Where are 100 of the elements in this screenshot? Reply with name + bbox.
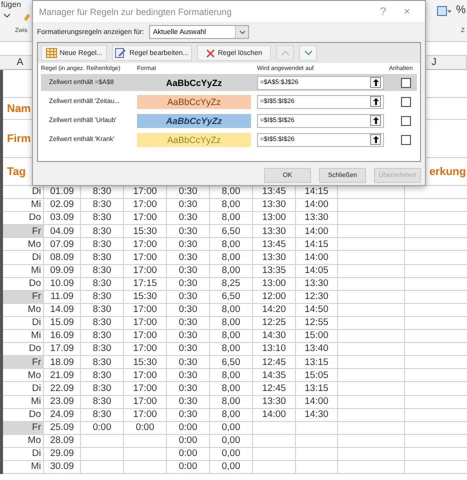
table-cell: 0,00 <box>210 460 253 474</box>
table-cell: 17:00 <box>124 316 167 330</box>
table-cell: 0:00 <box>167 460 210 474</box>
day-cell: Mi <box>3 199 44 212</box>
table-cell: 8,00 <box>210 330 253 344</box>
table-cell: 8:30 <box>81 251 124 265</box>
table-cell: 12:30 <box>296 290 338 304</box>
table-cell: 17:15 <box>124 278 167 291</box>
table-cell <box>338 225 405 238</box>
table-cell: 17:00 <box>124 238 167 252</box>
table-cell: 13:45 <box>253 238 296 252</box>
table-cell: 0:30 <box>167 343 210 356</box>
table-cell: 13:35 <box>253 264 296 278</box>
table-cell: 14:35 <box>253 369 296 382</box>
table-cell: 14:00 <box>296 225 338 238</box>
table-cell <box>81 460 124 474</box>
table-cell: 12:45 <box>253 382 296 396</box>
table-cell <box>338 290 405 304</box>
table-cell: 8,00 <box>210 408 253 422</box>
table-cell: 0:30 <box>167 199 210 212</box>
day-cell: Di <box>3 382 44 396</box>
table-cell: 17.09 <box>44 343 81 356</box>
table-cell: 8:30 <box>81 225 124 238</box>
table-cell: 0:30 <box>167 369 210 382</box>
collapse-button[interactable] <box>370 77 381 88</box>
table-cell <box>296 422 338 435</box>
table-cell: 8,25 <box>210 278 253 291</box>
table-cell: 15:30 <box>124 225 167 238</box>
column-header[interactable]: J <box>432 57 436 68</box>
checkbox[interactable] <box>401 134 411 144</box>
day-cell: Di <box>3 251 44 265</box>
table-cell: 8:30 <box>81 290 124 304</box>
day-cell: Mo <box>3 304 44 317</box>
table-cell: 13:00 <box>253 212 296 226</box>
table-cell: 13:30 <box>253 199 296 212</box>
table-cell: 0:30 <box>167 278 210 291</box>
table-cell: 6,50 <box>210 356 253 370</box>
table-cell <box>124 460 167 474</box>
collapse-button[interactable] <box>370 96 381 107</box>
header-label: erkung <box>429 166 466 178</box>
ribbon-label: % <box>456 4 466 16</box>
table-cell <box>338 369 405 382</box>
checkbox[interactable] <box>401 78 411 88</box>
table-cell <box>124 448 167 461</box>
table-cell: 13:40 <box>296 343 338 356</box>
table-cell <box>338 356 405 370</box>
table-cell: 17:00 <box>124 304 167 317</box>
format-preview: AaBbCcYyZz <box>137 114 251 128</box>
table-cell <box>81 448 124 461</box>
table-cell: 13:10 <box>253 343 296 356</box>
table-cell <box>338 304 405 317</box>
table-cell: 8,00 <box>210 251 253 265</box>
day-cell: Fr <box>3 290 44 304</box>
table-cell: 8,00 <box>210 212 253 226</box>
table-cell: 13:30 <box>296 212 338 226</box>
table-cell: 13:15 <box>296 382 338 396</box>
column-header[interactable]: A <box>16 57 24 68</box>
table-cell: 8:30 <box>81 199 124 212</box>
table-cell: 0:30 <box>167 290 210 304</box>
table-cell: 10.09 <box>44 278 81 291</box>
collapse-button[interactable] <box>370 115 381 126</box>
table-cell: 17:00 <box>124 396 167 409</box>
checkbox[interactable] <box>401 116 411 126</box>
table-cell: 30.09 <box>44 460 81 474</box>
dropdown-icon <box>238 30 246 34</box>
table-cell: 8:30 <box>81 238 124 252</box>
table-cell: 8,00 <box>210 396 253 409</box>
move-down-button[interactable] <box>299 45 317 61</box>
table-cell <box>253 434 296 448</box>
checkbox[interactable] <box>401 96 411 106</box>
day-cell: Di <box>3 448 44 461</box>
table-cell: 8,00 <box>210 199 253 212</box>
table-cell: 0:00 <box>167 434 210 448</box>
format-table-icon[interactable] <box>437 6 451 17</box>
day-cell: Fr <box>3 356 44 370</box>
table-cell: 8:30 <box>81 330 124 344</box>
table-cell: 16.09 <box>44 330 81 344</box>
table-cell <box>253 422 296 435</box>
table-cell: 14:00 <box>296 396 338 409</box>
table-cell: 8:30 <box>81 304 124 317</box>
table-cell <box>81 434 124 448</box>
table-cell <box>338 278 405 291</box>
table-cell <box>338 396 405 409</box>
table-cell: 17:00 <box>124 199 167 212</box>
table-cell: 0:30 <box>167 382 210 396</box>
dropdown-icon[interactable] <box>3 13 11 19</box>
table-cell <box>296 460 338 474</box>
collapse-button[interactable] <box>370 134 381 145</box>
table-cell: 17:00 <box>124 330 167 344</box>
table-cell <box>338 316 405 330</box>
table-cell: 07.09 <box>44 238 81 252</box>
table-cell: 22.09 <box>44 382 81 396</box>
up-arrow-icon <box>372 98 378 105</box>
table-cell: 8,00 <box>210 264 253 278</box>
table-cell: 8:30 <box>81 316 124 330</box>
table-cell: 14:05 <box>296 264 338 278</box>
table-cell: 6,50 <box>210 290 253 304</box>
table-cell: 0:00 <box>167 448 210 461</box>
table-cell: 14:50 <box>296 304 338 317</box>
table-cell: 18.09 <box>44 356 81 370</box>
